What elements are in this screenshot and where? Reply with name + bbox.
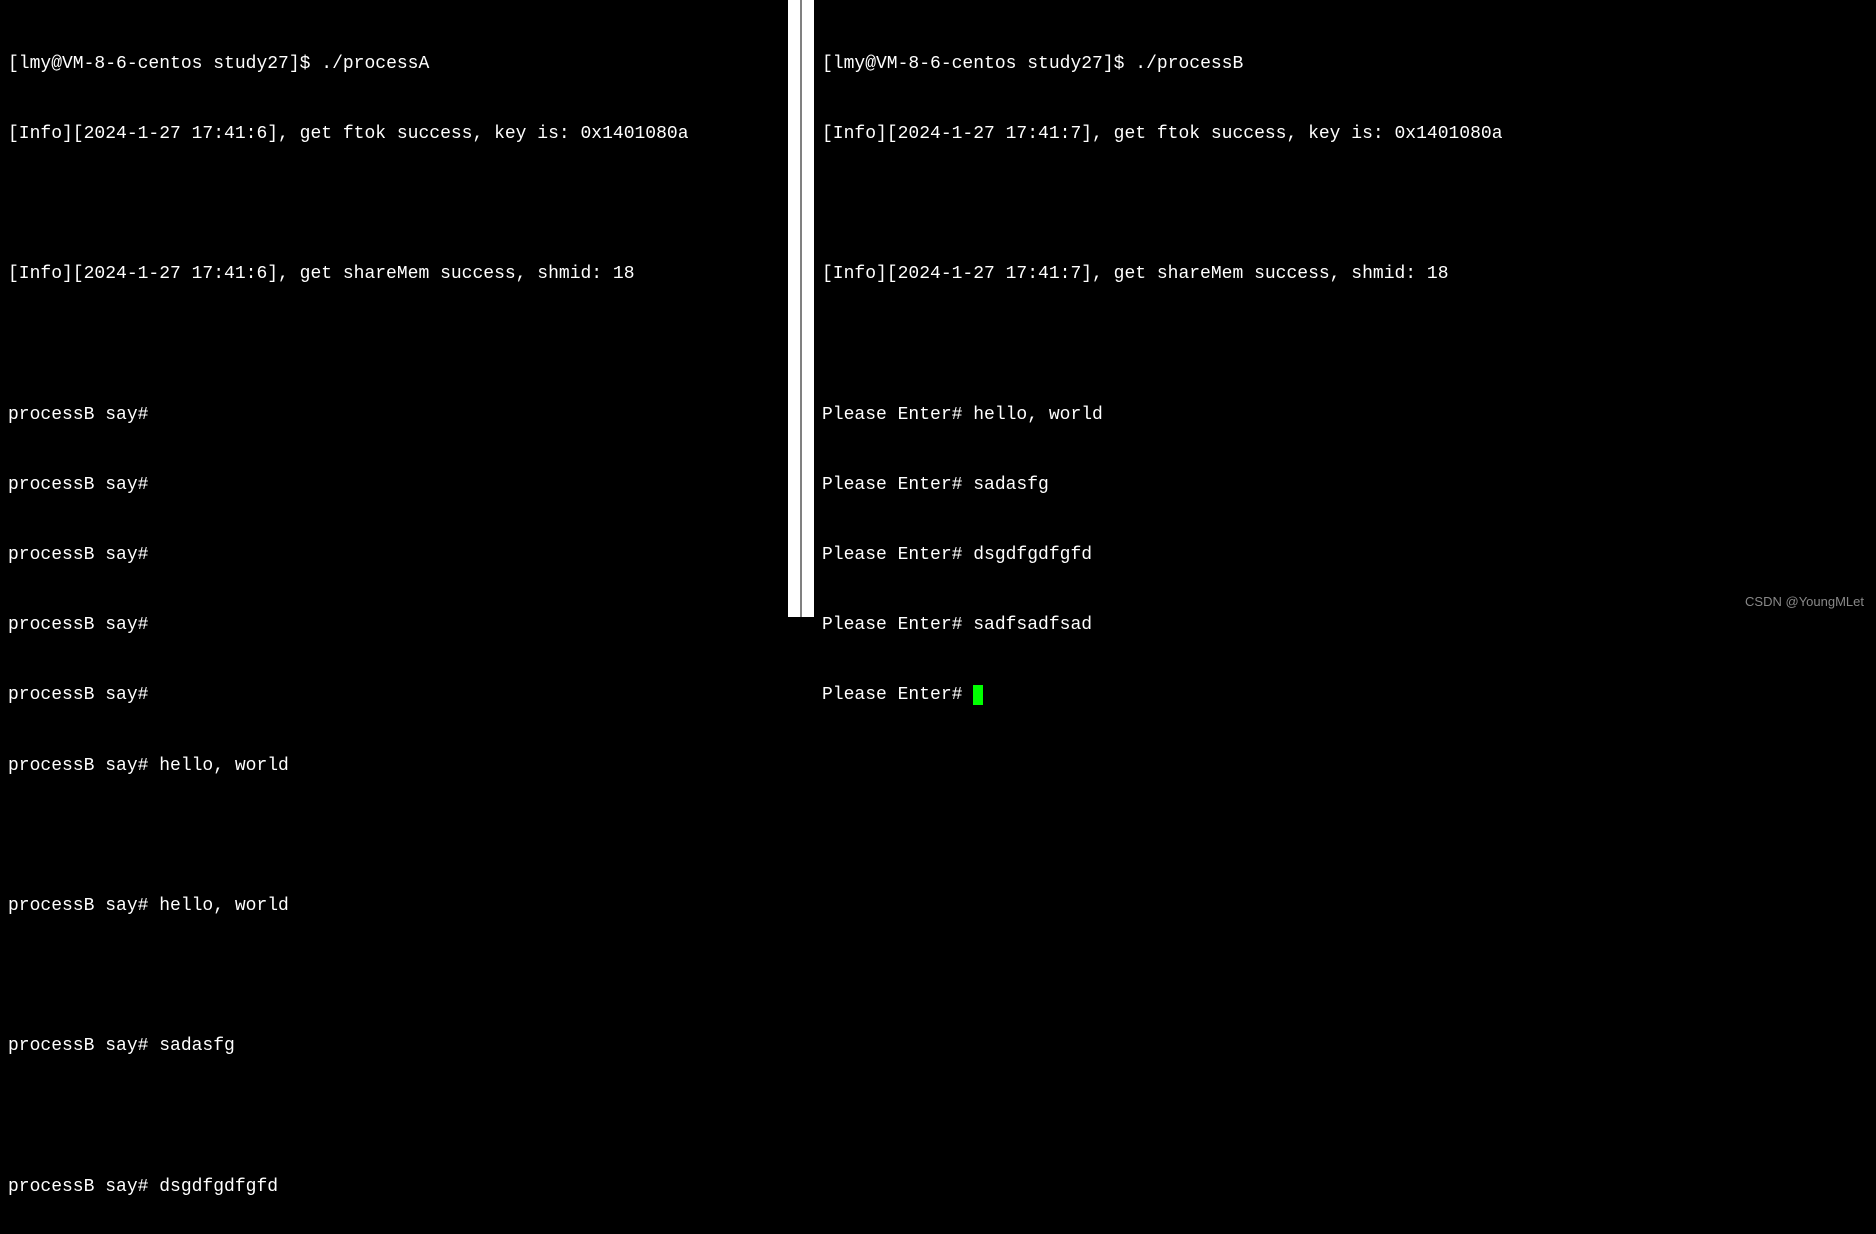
cursor-icon [973,685,983,705]
output-line: processB say# [8,544,780,567]
shell-prompt: [lmy@VM-8-6-centos study27]$ [8,54,321,74]
output-line [8,193,780,216]
output-line [8,965,780,988]
command-text: ./processA [321,54,429,74]
output-line: Please Enter# dsgdfgdfgfd [822,544,1868,567]
output-line: processB say# [8,684,780,707]
output-line [8,825,780,848]
shell-prompt: [lmy@VM-8-6-centos study27]$ [822,54,1135,74]
output-line: Please Enter# sadasfg [822,474,1868,497]
output-line: processB say# sadasfg [8,1035,780,1058]
output-line [822,333,1868,356]
output-line [8,1105,780,1128]
prompt-line: [lmy@VM-8-6-centos study27]$ ./processA [8,53,780,76]
input-prompt: Please Enter# [822,685,973,705]
output-line: processB say# hello, world [8,895,780,918]
terminal-pane-left[interactable]: [lmy@VM-8-6-centos study27]$ ./processA … [0,0,788,617]
terminal-pane-right[interactable]: [lmy@VM-8-6-centos study27]$ ./processB … [814,0,1876,617]
output-line: [Info][2024-1-27 17:41:6], get shareMem … [8,263,780,286]
output-line: processB say# [8,614,780,637]
output-line: [Info][2024-1-27 17:41:6], get ftok succ… [8,123,780,146]
prompt-line: [lmy@VM-8-6-centos study27]$ ./processB [822,53,1868,76]
input-line[interactable]: Please Enter# [822,684,1868,707]
command-text: ./processB [1135,54,1243,74]
output-line: [Info][2024-1-27 17:41:7], get shareMem … [822,263,1868,286]
watermark-text: CSDN @YoungMLet [1745,594,1864,611]
output-line: Please Enter# sadfsadfsad [822,614,1868,637]
output-line: processB say# [8,474,780,497]
output-line [822,193,1868,216]
output-line: processB say# [8,404,780,427]
output-line: processB say# hello, world [8,755,780,778]
pane-divider[interactable] [788,0,814,617]
output-line [8,333,780,356]
output-line: processB say# dsgdfgdfgfd [8,1176,780,1199]
output-line: [Info][2024-1-27 17:41:7], get ftok succ… [822,123,1868,146]
output-line: Please Enter# hello, world [822,404,1868,427]
